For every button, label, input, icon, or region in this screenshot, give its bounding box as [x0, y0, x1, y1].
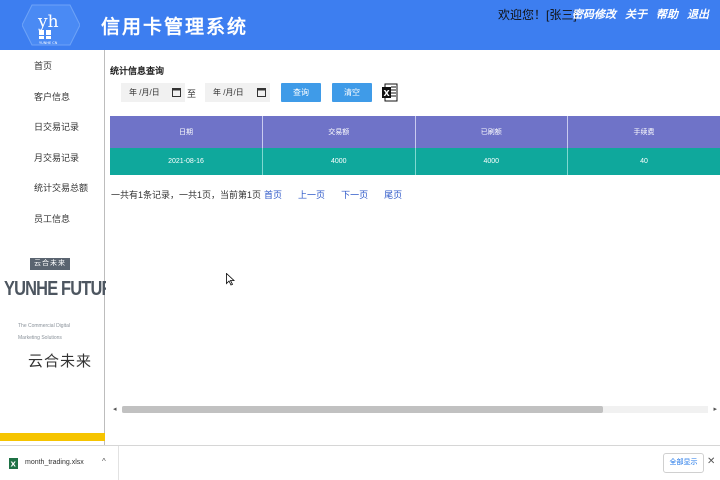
calendar-icon[interactable]	[172, 87, 181, 97]
clear-button[interactable]: 清空	[332, 83, 372, 102]
sidebar-item-customers[interactable]: 客户信息	[0, 82, 104, 113]
excel-icon[interactable]: X	[382, 83, 398, 102]
sidebar-item-home[interactable]: 首页	[0, 51, 104, 82]
horizontal-scrollbar[interactable]: ◂ ▸	[110, 402, 720, 415]
logo-sub: YUNHE CN	[39, 41, 58, 45]
table-header-row: 日期 交易额 已刷额 手续费	[110, 116, 720, 148]
svg-text:X: X	[11, 461, 17, 469]
sidebar: 首页 客户信息 日交易记录 月交易记录 统计交易总额 员工信息 云合未来 YUN…	[0, 50, 123, 445]
date-from-input[interactable]: 年 /月/日	[121, 83, 185, 102]
app-header: yh YUNHE CN 信用卡管理系统 欢迎您！[张三] 密码修改 关于 帮助 …	[0, 0, 720, 50]
sidebar-item-daily-trading[interactable]: 日交易记录	[0, 112, 104, 143]
close-icon[interactable]: ✕	[707, 456, 715, 467]
column-header-date: 日期	[110, 116, 263, 148]
main-content: 统计信息查询 年 /月/日 至 年 /月/日 查询 清空 X 日期 交易额 已刷…	[106, 50, 720, 445]
table-row[interactable]: 2021-08-16 4000 4000 40	[110, 148, 720, 175]
logout-link[interactable]: 退出	[687, 6, 709, 22]
pager-summary: 一共有1条记录，一共1页，当前第1页	[111, 190, 262, 200]
pager-prev-link[interactable]: 上一页	[298, 190, 325, 200]
cell-amount: 4000	[262, 148, 416, 175]
sidebar-item-trading-totals[interactable]: 统计交易总额	[0, 173, 104, 204]
sidebar-item-employees[interactable]: 员工信息	[0, 204, 104, 235]
pager-next-link[interactable]: 下一页	[341, 190, 368, 200]
scroll-right-arrow-icon[interactable]: ▸	[713, 405, 717, 413]
calendar-icon[interactable]	[257, 87, 266, 97]
svg-text:X: X	[384, 89, 391, 98]
top-links: 密码修改 关于 帮助 退出	[572, 6, 709, 22]
section-title: 统计信息查询	[110, 66, 165, 76]
sidebar-item-monthly-trading[interactable]: 月交易记录	[0, 143, 104, 174]
welcome-text: 欢迎您！[张三]	[498, 8, 577, 22]
cell-swiped: 4000	[415, 148, 568, 175]
sidebar-footer-bar	[0, 433, 105, 441]
column-header-amount: 交易额	[262, 116, 416, 148]
column-header-swiped: 已刷额	[415, 116, 568, 148]
download-item[interactable]: X month_trading.xlsx ^	[0, 446, 119, 480]
help-link[interactable]: 帮助	[656, 6, 678, 22]
download-bar: X month_trading.xlsx ^ 全部显示 ✕	[0, 445, 720, 480]
scroll-track[interactable]	[122, 406, 708, 413]
cell-fee: 40	[567, 148, 720, 175]
download-file-name: month_trading.xlsx	[25, 459, 84, 466]
brand-big-text: YUNHE FUTURE	[4, 278, 123, 300]
cell-date: 2021-08-16	[110, 148, 263, 175]
mouse-pointer-icon	[226, 273, 235, 286]
query-button[interactable]: 查询	[281, 83, 321, 102]
logo: yh YUNHE CN	[22, 3, 80, 47]
to-label: 至	[187, 89, 197, 99]
brand-badge: 云合未来	[30, 258, 70, 270]
pager-last-link[interactable]: 尾页	[384, 190, 402, 200]
date-to-placeholder: 年 /月/日	[213, 88, 244, 97]
pager-first-link[interactable]: 首页	[264, 190, 282, 200]
app-title: 信用卡管理系统	[101, 17, 249, 38]
date-to-input[interactable]: 年 /月/日	[205, 83, 270, 102]
change-password-link[interactable]: 密码修改	[572, 6, 616, 22]
chevron-up-icon[interactable]: ^	[102, 457, 106, 466]
scroll-left-arrow-icon[interactable]: ◂	[113, 405, 117, 413]
statistics-table: 日期 交易额 已刷额 手续费 2021-08-16 4000 4000 40	[110, 116, 720, 175]
brand-logo: 云合未来 YUNHE FUTURE The Commercial Digital…	[0, 256, 123, 386]
pagination: 一共有1条记录，一共1页，当前第1页 首页 上一页 下一页 尾页	[111, 188, 415, 201]
brand-cn-text: 云合未来	[28, 353, 93, 370]
show-all-button[interactable]: 全部显示	[663, 453, 704, 473]
about-link[interactable]: 关于	[625, 6, 647, 22]
xlsx-file-icon: X	[9, 458, 18, 469]
brand-small-text: The Commercial Digital Marketing Solutio…	[18, 323, 70, 341]
column-header-fee: 手续费	[567, 116, 720, 148]
date-from-placeholder: 年 /月/日	[129, 88, 160, 97]
scroll-thumb[interactable]	[122, 406, 603, 413]
logo-text: yh	[37, 12, 59, 32]
